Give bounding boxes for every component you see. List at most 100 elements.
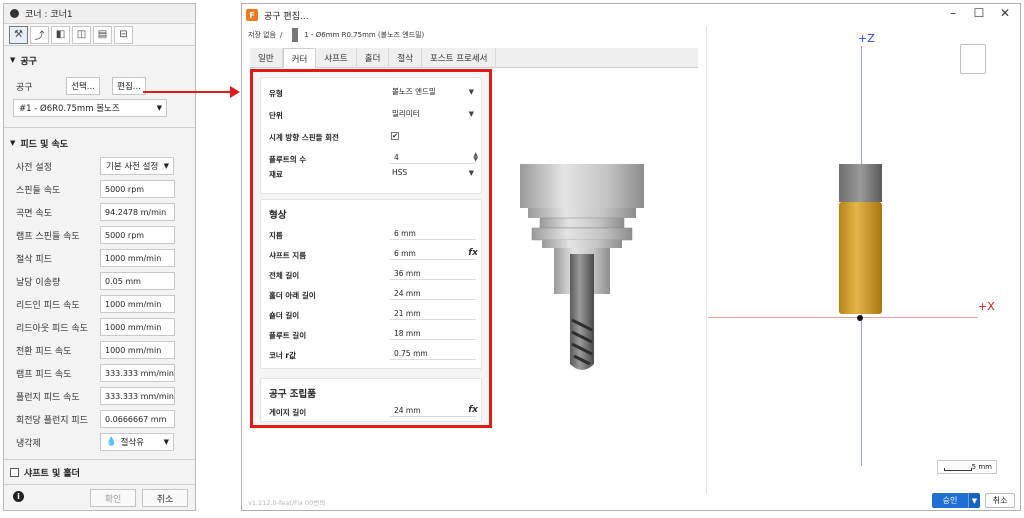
cancel-button[interactable]: 취소 [142, 489, 188, 507]
chevron-down-icon: ▼ [468, 87, 474, 96]
accept-button[interactable]: 승인 [932, 493, 968, 508]
ramp-feed-input[interactable]: 333.333 mm/min [100, 364, 175, 382]
operation-panel: 코너 : 코너1 ⚒ ⤴ ◧ ◫ ▤ ⊟ ▼ 공구 공구 선택... 편집...… [3, 3, 196, 511]
tab-post-processor[interactable]: 포스트 프로세서 [422, 48, 497, 68]
edit-tool-button[interactable]: 편집... [112, 77, 146, 95]
geometry-field-input[interactable]: 0.75 mm [390, 347, 476, 360]
geometry-field-input[interactable]: 21 mm [390, 307, 476, 320]
cancel-button[interactable]: 취소 [985, 493, 1015, 508]
feed-row: 램프 피드 속도 333.333 mm/min [4, 363, 195, 383]
spinner-icon[interactable]: ▲ ▼ [473, 152, 478, 163]
feed-row: 플런지 피드 속도 333.333 mm/min [4, 386, 195, 406]
geometry-field-input[interactable]: 36 mm [390, 267, 476, 280]
collapse-icon: ▼ [10, 139, 16, 147]
type-select[interactable]: 볼노즈 엔드밀 ▼ [390, 85, 476, 98]
feed-row: 전환 피드 속도 1000 mm/min [4, 340, 195, 360]
tab-cutter[interactable]: 커터 [282, 48, 317, 68]
close-icon[interactable]: ✕ [992, 6, 1018, 20]
unit-select[interactable]: 밀리미터 ▼ [390, 107, 476, 120]
tool-side-preview [839, 164, 882, 321]
formula-icon[interactable]: fx [468, 248, 478, 258]
panel-title: 코너 : 코너1 [25, 10, 73, 20]
dialog-title: 공구 편집... [264, 11, 309, 22]
chevron-down-icon: ▼ [156, 104, 162, 112]
tab-general[interactable]: 일반 [250, 48, 283, 68]
tool-thumbnail-icon [292, 28, 299, 42]
spindle-speed-input[interactable]: 5000 rpm [100, 180, 175, 198]
geometry-field-input[interactable]: 18 mm [390, 327, 476, 340]
geometry-field-label: 코너 r값 [269, 351, 297, 360]
geometry-field-input[interactable]: 24 mm [390, 287, 476, 300]
info-icon[interactable]: i [13, 491, 24, 502]
gauge-length-input[interactable]: 24 mm fx [390, 404, 478, 417]
panel-tabs: ⚒ ⤴ ◧ ◫ ▤ ⊟ [4, 24, 195, 46]
linking-tab-icon[interactable]: ⊟ [114, 25, 133, 44]
geometry-field-input[interactable]: 6 mm fx [390, 247, 478, 260]
scale-indicator: 5 mm [937, 460, 997, 474]
panel-icon [10, 9, 19, 18]
droplet-icon: 💧 [106, 437, 117, 447]
axis-x-label: +X [978, 300, 995, 313]
minimize-icon[interactable]: – [940, 6, 966, 20]
passes-tab-icon[interactable]: ▤ [93, 25, 112, 44]
geometry-title: 형상 [269, 210, 287, 221]
checkbox[interactable] [10, 467, 19, 477]
tab-cutting[interactable]: 절삭 [389, 48, 423, 68]
feed-section-header[interactable]: ▼ 피드 및 속도 [4, 134, 68, 152]
annotation-arrow-head [230, 86, 240, 98]
select-tool-button[interactable]: 선택... [66, 77, 100, 95]
tool-select[interactable]: #1 - Ø6R0.75mm 볼노즈 ▼ [13, 99, 167, 117]
cw-checkbox[interactable]: ✔ [391, 132, 399, 140]
tab-holder[interactable]: 홀더 [357, 48, 390, 68]
coolant-select[interactable]: 💧 절삭유 ▼ [100, 433, 174, 451]
feed-row: 램프 스핀들 속도 5000 rpm [4, 225, 195, 245]
plunge-per-rev-input[interactable]: 0.0666667 mm [100, 410, 175, 428]
panel-title-bar: 코너 : 코너1 [4, 4, 195, 24]
axis-z-label: +Z [858, 32, 875, 45]
plunge-feed-input[interactable]: 333.333 mm/min [100, 387, 175, 405]
geometry-tab-icon[interactable]: ◧ [51, 25, 70, 44]
chevron-down-icon: ▼ [468, 168, 474, 177]
cutter-form-highlight: 유형 볼노즈 엔드밀 ▼ 단위 밀리미터 ▼ 시계 방향 스핀들 회전 ✔ 플루트의… [250, 69, 492, 428]
geometry-field-label: 숄더 길이 [269, 311, 300, 320]
cw-label: 시계 방향 스핀들 회전 [269, 133, 339, 142]
chevron-down-icon[interactable]: ▼ [968, 493, 980, 508]
feed-per-tooth-input[interactable]: 0.05 mm [100, 272, 175, 290]
cutting-feed-input[interactable]: 1000 mm/min [100, 249, 175, 267]
version-text: v1.112.0-feat/Fix 00번의 [248, 499, 326, 507]
lead-out-feed-input[interactable]: 1000 mm/min [100, 318, 175, 336]
formula-icon[interactable]: fx [468, 405, 478, 415]
breadcrumb-tool: 1 - Ø6mm R0.75mm (볼노즈 엔드밀) [304, 31, 425, 39]
transition-feed-input[interactable]: 1000 mm/min [100, 341, 175, 359]
tool-holder-preview [520, 164, 644, 370]
view-cube-icon[interactable] [960, 44, 986, 74]
breadcrumb-library[interactable]: 저장 없음 [248, 30, 276, 40]
flutes-label: 플루트의 수 [269, 155, 307, 164]
feed-row: 냉각제 💧 절삭유 ▼ [4, 432, 195, 452]
chevron-down-icon: ▼ [468, 109, 474, 118]
material-select[interactable]: HSS ▼ [390, 166, 476, 179]
annotation-arrow [143, 91, 233, 93]
geometry-field-label: 전체 길이 [269, 271, 300, 280]
tab-shaft[interactable]: 샤프트 [316, 48, 357, 68]
collapse-icon: ▼ [10, 56, 16, 64]
shaft-section-header[interactable]: 샤프트 및 홀더 [4, 463, 80, 481]
path-tab-icon[interactable]: ⤴ [30, 25, 49, 44]
maximize-icon[interactable]: ☐ [966, 6, 992, 20]
preset-select[interactable]: 기본 사전 설정 ▼ [100, 157, 174, 175]
lead-in-feed-input[interactable]: 1000 mm/min [100, 295, 175, 313]
surface-speed-input[interactable]: 94.2478 m/min [100, 203, 175, 221]
geometry-field-input[interactable]: 6 mm [390, 227, 476, 240]
geometry-field-label: 샤프트 지름 [269, 251, 307, 260]
unit-label: 단위 [269, 111, 283, 120]
gauge-length-label: 게이지 길이 [269, 408, 307, 417]
ramp-spindle-speed-input[interactable]: 5000 rpm [100, 226, 175, 244]
tool-tab-icon[interactable]: ⚒ [9, 25, 28, 44]
feed-row: 스핀들 속도 5000 rpm [4, 179, 195, 199]
tool-section-header[interactable]: ▼ 공구 [4, 51, 37, 69]
height-tab-icon[interactable]: ◫ [72, 25, 91, 44]
geometry-field-label: 홀더 아래 길이 [269, 291, 316, 300]
ok-button[interactable]: 확인 [90, 489, 136, 507]
dialog-tabs: 일반 커터 샤프트 홀더 절삭 포스트 프로세서 [250, 48, 698, 68]
flutes-stepper[interactable]: 4 ▲ ▼ [390, 151, 478, 164]
